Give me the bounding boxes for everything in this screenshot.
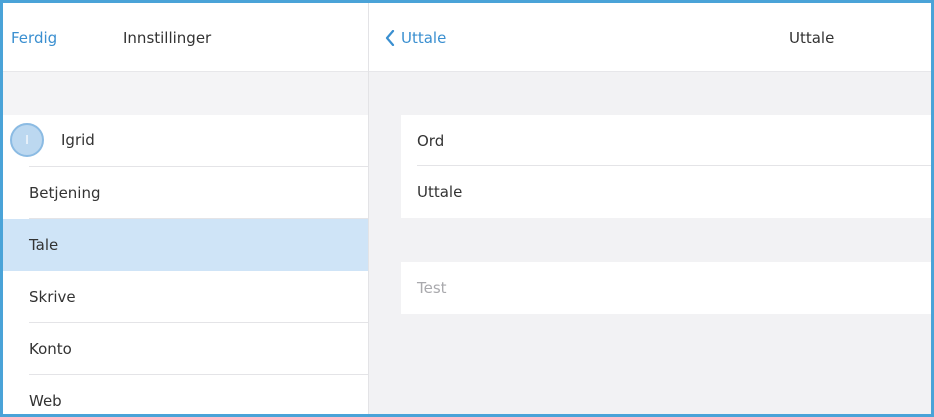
pronunciation-field[interactable]: Uttale bbox=[401, 166, 931, 217]
pronunciation-form: Ord Uttale bbox=[401, 115, 931, 218]
sidebar-item-label: Konto bbox=[29, 340, 72, 358]
sidebar-item-label: Tale bbox=[29, 236, 59, 254]
sidebar-item-web[interactable]: Web bbox=[3, 375, 368, 414]
test-input-placeholder: Test bbox=[417, 279, 447, 297]
sidebar-item-label: Betjening bbox=[29, 184, 101, 202]
page-title: Uttale bbox=[789, 29, 835, 47]
test-input[interactable]: Test bbox=[401, 262, 931, 313]
sidebar-item-user[interactable]: I Igrid bbox=[3, 115, 368, 167]
chevron-left-icon bbox=[385, 30, 395, 46]
sidebar-item-label: Web bbox=[29, 392, 62, 410]
sidebar-item-tale[interactable]: Tale bbox=[3, 219, 368, 271]
avatar: I bbox=[10, 123, 44, 157]
back-button-label: Uttale bbox=[401, 29, 447, 47]
sidebar-item-konto[interactable]: Konto bbox=[3, 323, 368, 375]
avatar-initial: I bbox=[25, 133, 29, 147]
word-field-label: Ord bbox=[417, 132, 445, 150]
sidebar-title: Innstillinger bbox=[123, 29, 212, 47]
done-button[interactable]: Ferdig bbox=[11, 29, 57, 47]
pronunciation-field-label: Uttale bbox=[417, 183, 463, 201]
app-window: Ferdig Innstillinger I Igrid Betjening T… bbox=[0, 0, 934, 417]
word-field[interactable]: Ord bbox=[401, 115, 931, 166]
sidebar-item-label: Skrive bbox=[29, 288, 76, 306]
detail-header: Uttale Uttale bbox=[369, 3, 931, 72]
sidebar-item-betjening[interactable]: Betjening bbox=[3, 167, 368, 219]
sidebar-header: Ferdig Innstillinger bbox=[3, 3, 368, 72]
sidebar-item-skrive[interactable]: Skrive bbox=[3, 271, 368, 323]
user-name: Igrid bbox=[61, 131, 95, 149]
test-card: Test bbox=[401, 262, 931, 314]
settings-list: I Igrid Betjening Tale Skrive Konto Web bbox=[3, 115, 368, 414]
detail-pane: Uttale Uttale Ord Uttale Test bbox=[369, 3, 931, 414]
settings-sidebar: Ferdig Innstillinger I Igrid Betjening T… bbox=[3, 3, 369, 414]
back-button[interactable]: Uttale bbox=[385, 29, 446, 47]
